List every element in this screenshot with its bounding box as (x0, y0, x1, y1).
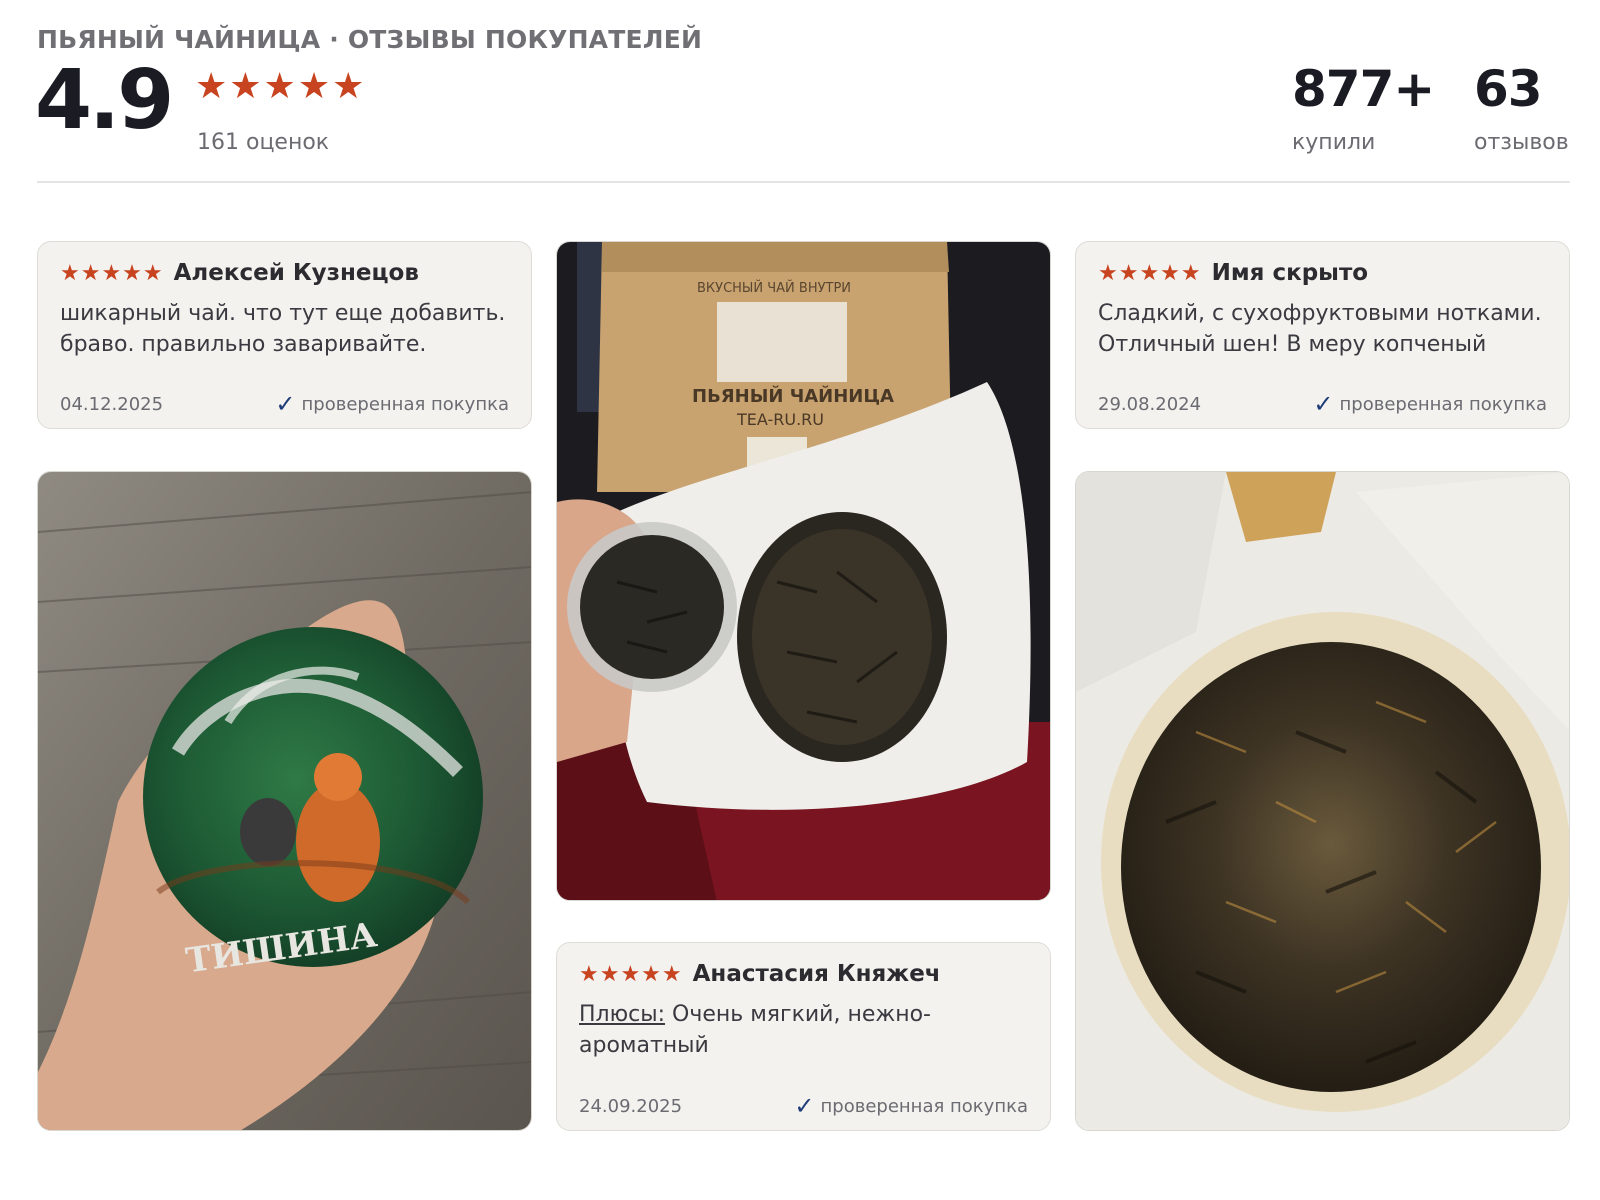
pros-label: Плюсы: (579, 1002, 666, 1027)
check-icon: ✓ (275, 390, 296, 418)
review-author: Алексей Кузнецов (173, 260, 419, 286)
review-text: шикарный чай. что тут еще добавить. брав… (60, 301, 506, 357)
bought-stat: 877+ купили (1292, 60, 1435, 155)
check-icon: ✓ (794, 1092, 815, 1120)
review-photo-tea-cake-closeup[interactable] (1075, 471, 1570, 1131)
tea-cake-in-hand-image: ТИШИНА (38, 472, 531, 1130)
bag-brand-text: ПЬЯНЫЙ ЧАЙНИЦА (692, 385, 894, 407)
brand-title: ПЬЯНЫЙ ЧАЙНИЦА · ОТЗЫВЫ ПОКУПАТЕЛЕЙ (37, 25, 703, 54)
reviews-label: отзывов (1474, 130, 1569, 155)
average-rating: 4.9 (35, 53, 174, 148)
review-card[interactable]: ★★★★★ Анастасия Княжеч Плюсы: Очень мягк… (556, 942, 1051, 1131)
verified-label: проверенная покупка (1339, 393, 1547, 415)
header-divider (37, 181, 1570, 183)
bought-label: купили (1292, 130, 1376, 155)
review-card[interactable]: ★★★★★ Алексей Кузнецов шикарный чай. что… (37, 241, 532, 429)
review-stars: ★★★★★ (1098, 260, 1202, 285)
bag-top-text: ВКУСНЫЙ ЧАЙ ВНУТРИ (697, 280, 851, 296)
review-date: 29.08.2024 (1098, 393, 1202, 415)
verified-purchase: ✓ проверенная покупка (1313, 392, 1547, 416)
review-stars: ★★★★★ (579, 961, 683, 986)
verified-label: проверенная покупка (301, 393, 509, 415)
verified-purchase: ✓ проверенная покупка (794, 1094, 1028, 1118)
bought-value: 877+ (1292, 60, 1435, 118)
review-author: Имя скрыто (1211, 260, 1369, 286)
review-date: 24.09.2025 (579, 1095, 683, 1117)
review-card[interactable]: ★★★★★ Имя скрыто Сладкий, с сухофруктовы… (1075, 241, 1570, 429)
reviews-stat: 63 отзывов (1474, 64, 1569, 155)
tea-cake-closeup-image (1076, 472, 1569, 1130)
review-author: Анастасия Княжеч (692, 961, 941, 987)
verified-purchase: ✓ проверенная покупка (275, 392, 509, 416)
review-text: Плюсы: Очень мягкий, нежно-ароматный (579, 999, 1028, 1061)
reviews-value: 63 (1474, 60, 1543, 118)
verified-label: проверенная покупка (820, 1095, 1028, 1117)
review-text: Сладкий, с сухофруктовыми нотками. Отлич… (1098, 301, 1542, 357)
review-date: 04.12.2025 (60, 393, 164, 415)
rating-stars: ★★★★★ (195, 65, 367, 106)
check-icon: ✓ (1313, 390, 1334, 418)
bag-site-text: TEA-RU.RU (736, 410, 824, 429)
review-photo-tea-cake-in-hand[interactable]: ТИШИНА (37, 471, 532, 1131)
review-stars: ★★★★★ (60, 260, 164, 285)
rating-count: 161 оценок (197, 130, 330, 155)
tea-bag-and-cake-image: ВКУСНЫЙ ЧАЙ ВНУТРИ ПЬЯНЫЙ ЧАЙНИЦА TEA-RU… (557, 242, 1050, 900)
review-photo-tea-bag-and-cake[interactable]: ВКУСНЫЙ ЧАЙ ВНУТРИ ПЬЯНЫЙ ЧАЙНИЦА TEA-RU… (556, 241, 1051, 901)
